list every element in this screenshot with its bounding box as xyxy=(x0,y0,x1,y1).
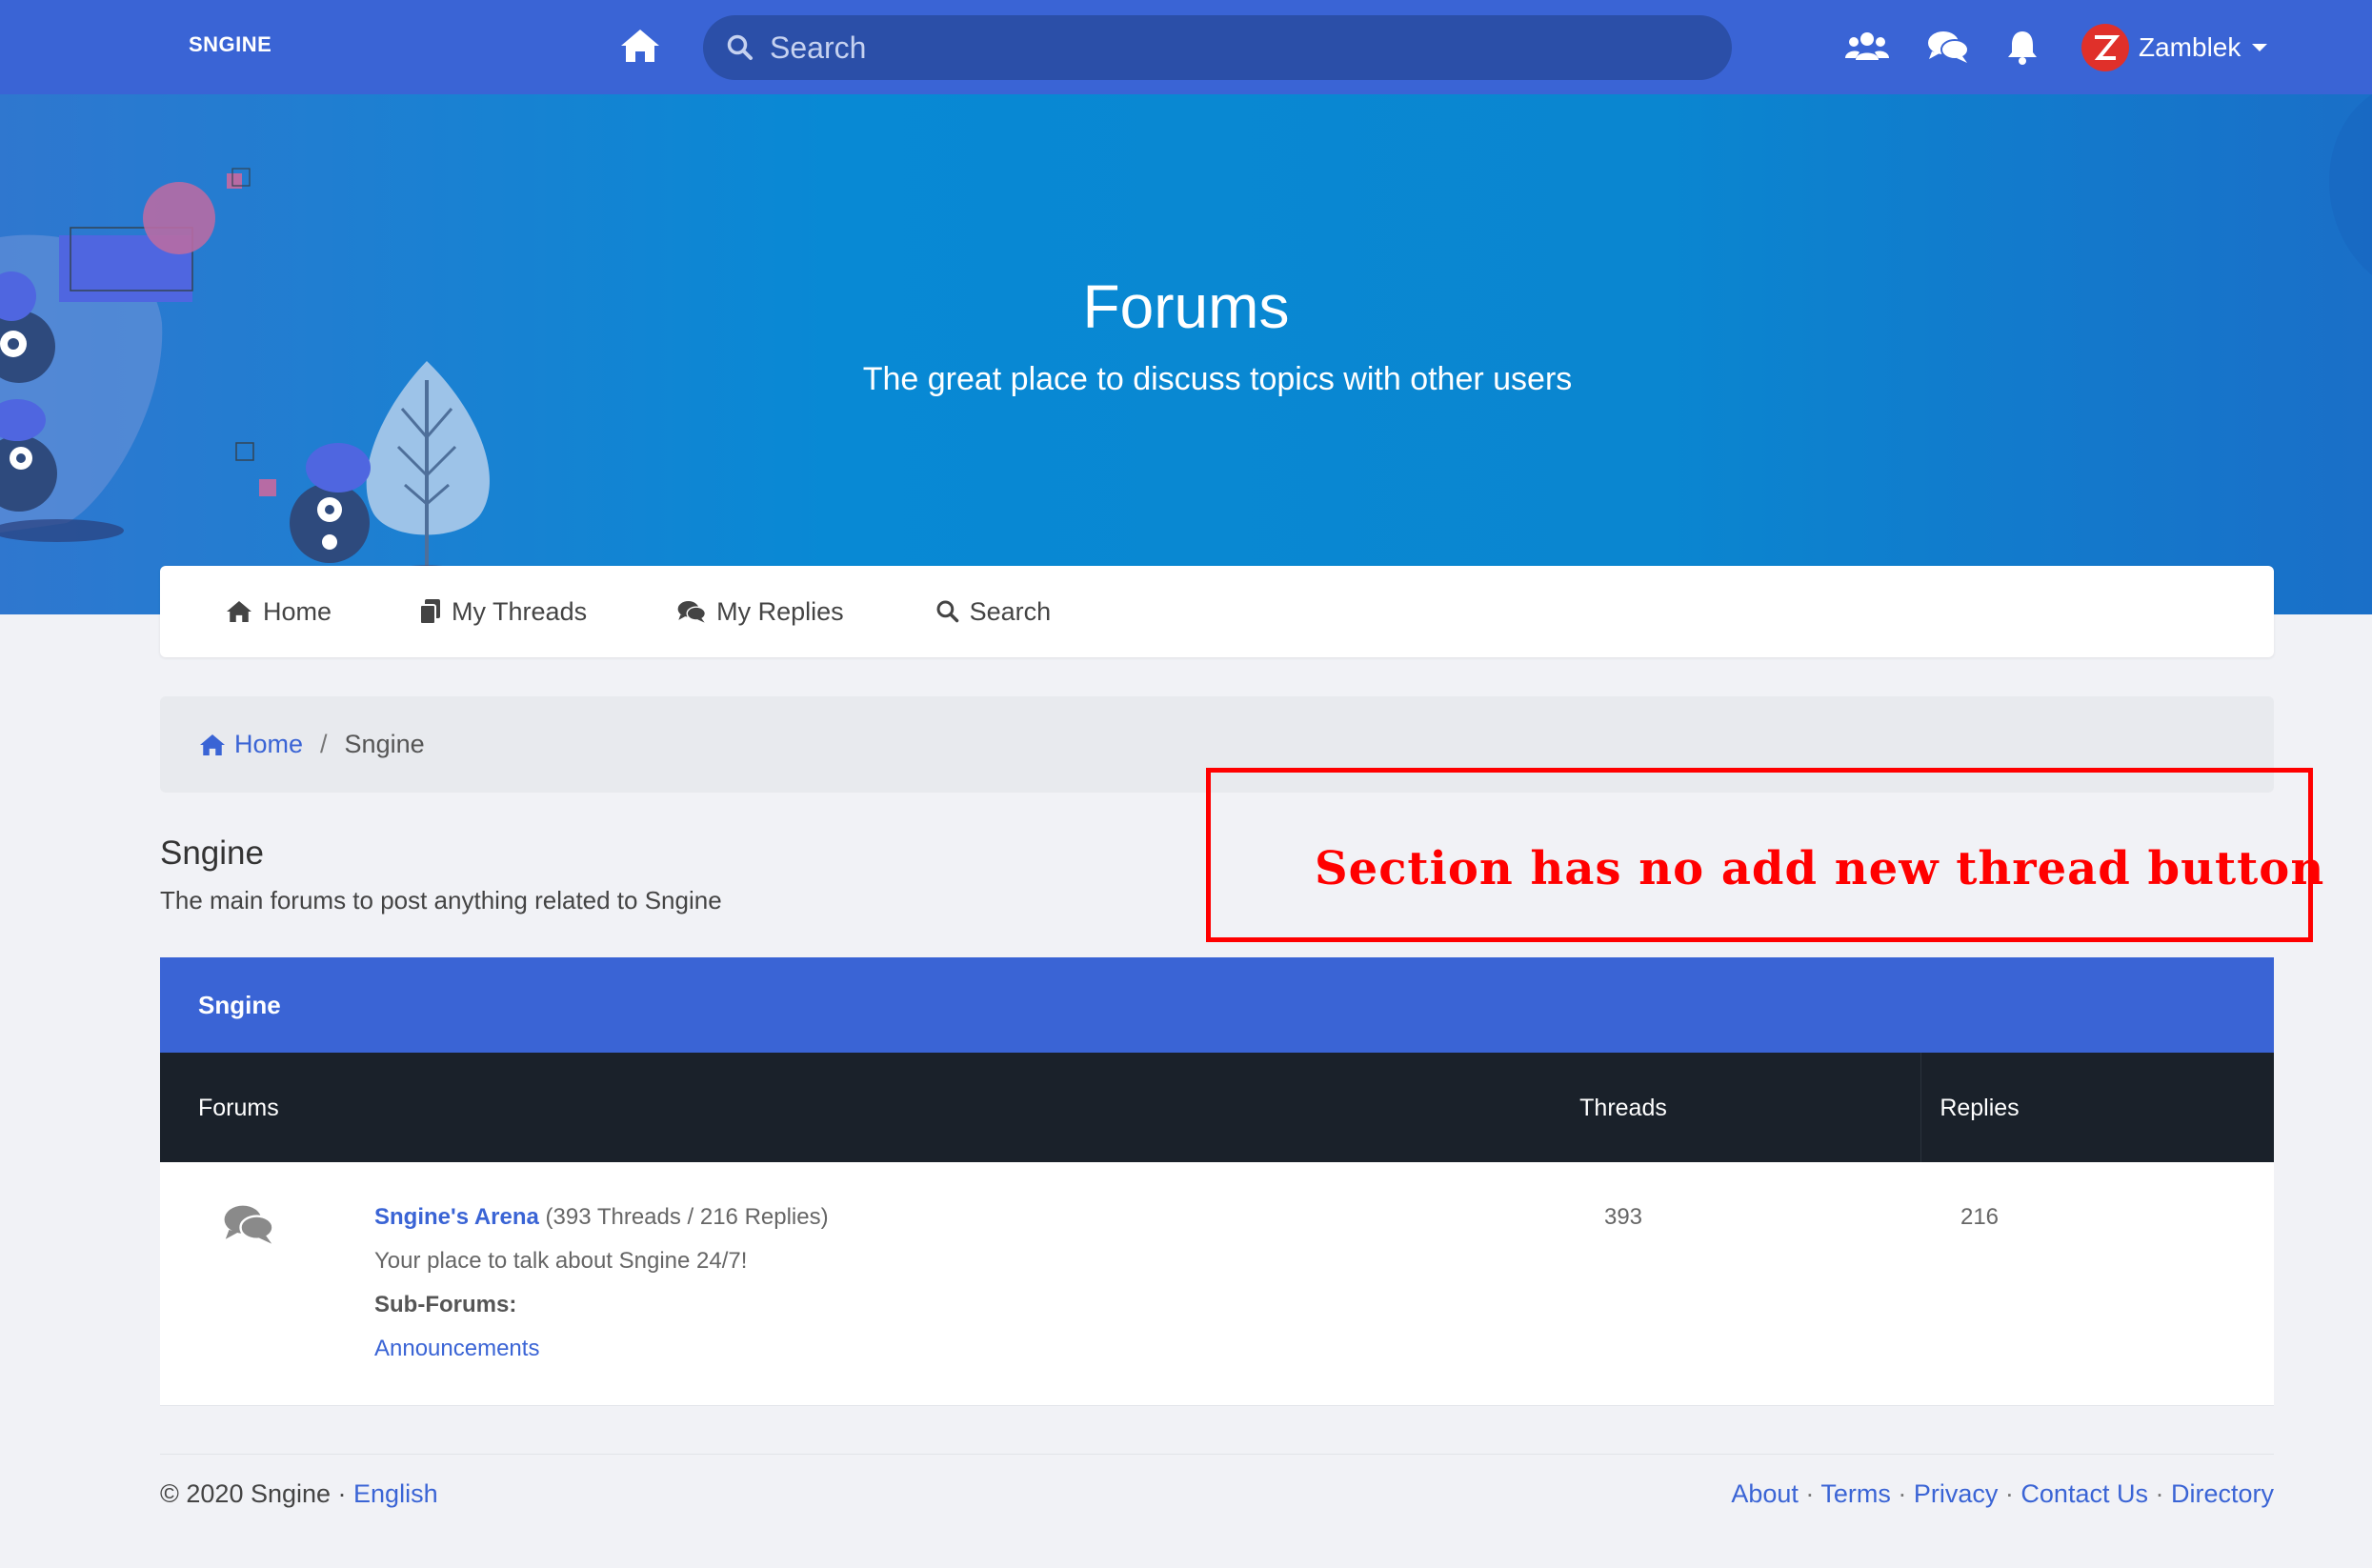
copy-icon xyxy=(419,599,441,625)
section-description: The main forums to post anything related… xyxy=(160,886,722,915)
annotation-text: Section has no add new thread button xyxy=(1315,842,2325,895)
search-icon xyxy=(727,34,753,60)
forum-reply-count: 216 xyxy=(1960,1204,2000,1230)
breadcrumb-current: Sngine xyxy=(344,730,425,758)
copyright-text: © 2020 Sngine · xyxy=(160,1479,354,1508)
breadcrumb-home-label: Home xyxy=(234,730,304,758)
decorative-curve xyxy=(2329,94,2372,275)
comments-icon xyxy=(677,601,707,623)
users-icon[interactable] xyxy=(1844,27,1890,67)
tab-my-threads[interactable]: My Threads xyxy=(419,597,587,627)
bell-icon[interactable] xyxy=(2006,27,2039,67)
tab-label: Home xyxy=(263,596,332,626)
monster-illustration xyxy=(0,168,490,576)
column-forums: Forums xyxy=(198,1095,279,1121)
footer-divider xyxy=(160,1454,2274,1455)
search-input[interactable] xyxy=(768,29,1629,67)
tab-my-replies[interactable]: My Replies xyxy=(676,597,844,627)
footer-links: About · Terms · Privacy · Contact Us · D… xyxy=(1731,1479,2274,1509)
table-row: Sngine's Arena (393 Threads / 216 Replie… xyxy=(160,1162,2274,1406)
user-logo-icon xyxy=(2094,35,2121,60)
section-title: Sngine xyxy=(160,834,264,872)
chevron-down-icon xyxy=(2252,44,2268,51)
footer-separator: · xyxy=(1890,1479,1914,1508)
home-icon xyxy=(227,600,251,623)
forum-tabs: Home My Threads My Replies Search xyxy=(160,566,2274,657)
user-menu[interactable]: Zamblek xyxy=(2081,23,2268,72)
forum-section-header: Sngine xyxy=(160,957,2274,1053)
forum-counts: (393 Threads / 216 Replies) xyxy=(545,1204,829,1230)
forum-section-name[interactable]: Sngine xyxy=(198,991,281,1020)
forum-thread-count: 393 xyxy=(1603,1204,1643,1230)
tab-home[interactable]: Home xyxy=(225,597,332,627)
footer-separator: · xyxy=(2147,1479,2171,1508)
footer-link-privacy[interactable]: Privacy xyxy=(1914,1479,1999,1508)
language-link[interactable]: English xyxy=(353,1479,438,1508)
hero-title: Forums xyxy=(1082,272,1290,341)
breadcrumb-separator: / xyxy=(320,730,328,758)
brand-logo[interactable]: SNGINE xyxy=(189,32,271,57)
breadcrumb-home[interactable]: Home xyxy=(198,730,303,759)
footer-link-about[interactable]: About xyxy=(1731,1479,1799,1508)
user-name: Zamblek xyxy=(2139,32,2241,62)
top-navbar: SNGINE Zamblek xyxy=(0,0,2372,94)
column-replies: Replies xyxy=(1940,1095,2020,1121)
search-icon xyxy=(936,600,958,623)
forum-description: Your place to talk about Sngine 24/7! xyxy=(374,1248,748,1274)
home-icon[interactable] xyxy=(619,27,661,65)
forum-title-line: Sngine's Arena (393 Threads / 216 Replie… xyxy=(374,1204,829,1231)
column-threads: Threads xyxy=(1579,1095,1667,1121)
footer-separator: · xyxy=(1998,1479,2021,1508)
tab-label: Search xyxy=(969,596,1052,626)
footer-link-directory[interactable]: Directory xyxy=(2171,1479,2274,1508)
hero-banner: Forums The great place to discuss topics… xyxy=(0,94,2372,614)
tab-label: My Threads xyxy=(452,596,588,626)
home-icon xyxy=(200,734,225,755)
tab-label: My Replies xyxy=(716,596,844,626)
comments-icon xyxy=(224,1205,274,1244)
table-column-headers: Forums Threads Replies xyxy=(160,1053,2274,1162)
footer-link-terms[interactable]: Terms xyxy=(1820,1479,1891,1508)
avatar xyxy=(2081,24,2129,71)
tab-search[interactable]: Search xyxy=(935,596,1052,627)
footer-link-contact[interactable]: Contact Us xyxy=(2020,1479,2148,1508)
search-bar[interactable] xyxy=(703,15,1732,80)
subforum-link[interactable]: Announcements xyxy=(374,1336,539,1362)
hero-subtitle: The great place to discuss topics with o… xyxy=(862,361,1573,397)
footer-separator: · xyxy=(1798,1479,1821,1508)
footer-copyright: © 2020 Sngine · English xyxy=(160,1479,438,1509)
forum-link[interactable]: Sngine's Arena xyxy=(374,1204,539,1230)
subforums-label: Sub-Forums: xyxy=(374,1292,517,1317)
comments-icon[interactable] xyxy=(1926,27,1970,67)
